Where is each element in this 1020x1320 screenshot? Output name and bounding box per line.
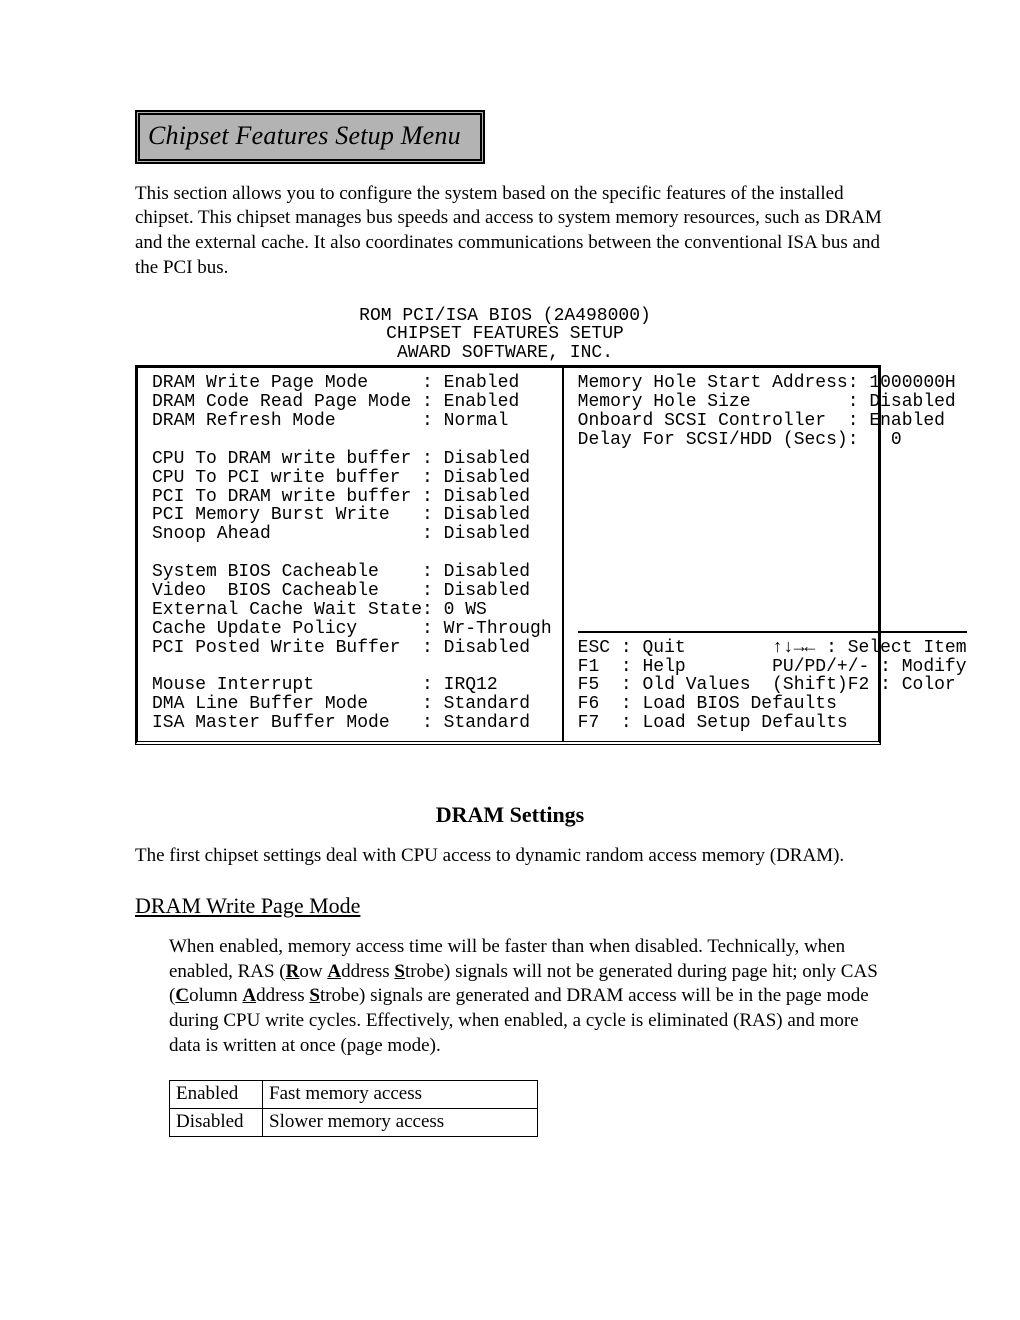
option-key: Enabled: [170, 1081, 263, 1109]
mnemonic-r: R: [286, 961, 300, 982]
bios-screen: ROM PCI/ISA BIOS (2A498000) CHIPSET FEAT…: [135, 307, 875, 746]
detail-paragraph: When enabled, memory access time will be…: [169, 935, 885, 1058]
bios-option: Delay For SCSI/HDD (Secs): 0: [578, 430, 902, 450]
bios-option: Memory Hole Start Address: 1000000H: [578, 373, 956, 393]
text: ddress: [341, 961, 394, 982]
bios-header-line: ROM PCI/ISA BIOS (2A498000): [359, 306, 651, 326]
intro-paragraph: This section allows you to configure the…: [135, 182, 885, 281]
bios-left-column: DRAM Write Page Mode : Enabled DRAM Code…: [138, 368, 564, 741]
bios-option: External Cache Wait State: 0 WS: [152, 600, 487, 620]
bios-frame: DRAM Write Page Mode : Enabled DRAM Code…: [135, 365, 881, 745]
bios-option: Snoop Ahead : Disabled: [152, 524, 530, 544]
mnemonic-s: S: [309, 985, 320, 1006]
bios-option: DRAM Refresh Mode : Normal: [152, 411, 508, 431]
bios-option: PCI Memory Burst Write : Disabled: [152, 505, 530, 525]
text: olumn: [189, 985, 242, 1006]
bios-key-hints: ESC : Quit ↑↓→← : Select Item F1 : Help …: [578, 631, 967, 733]
bios-option: PCI Posted Write Buffer : Disabled: [152, 638, 530, 658]
bios-option: DRAM Code Read Page Mode : Enabled: [152, 392, 519, 412]
table-row: Disabled Slower memory access: [170, 1109, 538, 1137]
bios-option: CPU To DRAM write buffer : Disabled: [152, 449, 530, 469]
page-title-bar: Chipset Features Setup Menu: [135, 110, 485, 164]
option-value: Fast memory access: [263, 1081, 538, 1109]
bios-header-line: AWARD SOFTWARE, INC.: [397, 343, 613, 363]
bios-key-line: ESC : Quit ↑↓→← : Select Item: [578, 638, 967, 658]
bios-option: Onboard SCSI Controller : Enabled: [578, 411, 945, 431]
section-heading: DRAM Settings: [135, 801, 885, 830]
options-table: Enabled Fast memory access Disabled Slow…: [169, 1080, 538, 1136]
bios-key-line: F5 : Old Values (Shift)F2 : Color: [578, 675, 956, 695]
bios-option: Memory Hole Size : Disabled: [578, 392, 956, 412]
option-value: Slower memory access: [263, 1109, 538, 1137]
mnemonic-s: S: [394, 961, 405, 982]
mnemonic-c: C: [175, 985, 189, 1006]
text: ow: [299, 961, 327, 982]
text: ddress: [256, 985, 309, 1006]
option-key: Disabled: [170, 1109, 263, 1137]
bios-key-line: F7 : Load Setup Defaults: [578, 713, 848, 733]
bios-option: System BIOS Cacheable : Disabled: [152, 562, 530, 582]
mnemonic-a: A: [327, 961, 341, 982]
bios-option: Cache Update Policy : Wr-Through: [152, 619, 552, 639]
sub-heading: DRAM Write Page Mode: [135, 892, 885, 921]
bios-option: Video BIOS Cacheable : Disabled: [152, 581, 530, 601]
bios-option: Mouse Interrupt : IRQ12: [152, 675, 498, 695]
bios-right-column: Memory Hole Start Address: 1000000H Memo…: [564, 368, 977, 741]
section-intro: The first chipset settings deal with CPU…: [135, 844, 885, 869]
bios-right-top: Memory Hole Start Address: 1000000H Memo…: [578, 374, 967, 450]
bios-option: DRAM Write Page Mode : Enabled: [152, 373, 519, 393]
bios-key-line: F6 : Load BIOS Defaults: [578, 694, 837, 714]
bios-option: ISA Master Buffer Mode : Standard: [152, 713, 530, 733]
mnemonic-a: A: [242, 985, 256, 1006]
bios-option: PCI To DRAM write buffer : Disabled: [152, 487, 530, 507]
table-row: Enabled Fast memory access: [170, 1081, 538, 1109]
bios-option: CPU To PCI write buffer : Disabled: [152, 468, 530, 488]
bios-header: ROM PCI/ISA BIOS (2A498000) CHIPSET FEAT…: [135, 307, 875, 366]
bios-header-line: CHIPSET FEATURES SETUP: [386, 324, 624, 344]
bios-key-line: F1 : Help PU/PD/+/- : Modify: [578, 657, 967, 677]
bios-option: DMA Line Buffer Mode : Standard: [152, 694, 530, 714]
